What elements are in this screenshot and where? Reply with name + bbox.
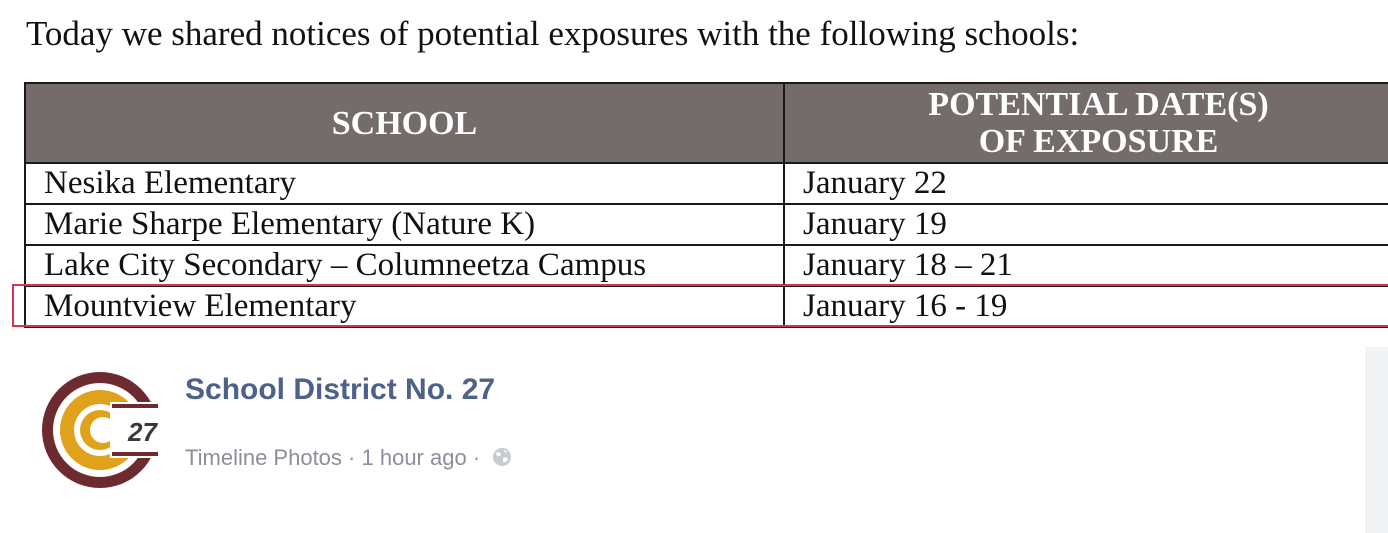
source-link[interactable]: Timeline Photos [185, 445, 342, 470]
table-row: Marie Sharpe Elementary (Nature K) Janua… [24, 203, 1388, 246]
table-row: Lake City Secondary – Columneetza Campus… [24, 244, 1388, 287]
date-cell: January 16 - 19 [783, 285, 1388, 328]
timestamp-link[interactable]: 1 hour ago [362, 445, 467, 470]
highlight-line-left [12, 284, 14, 327]
date-cell: January 18 – 21 [783, 244, 1388, 287]
globe-icon[interactable] [492, 447, 512, 467]
school-cell: Lake City Secondary – Columneetza Campus [24, 244, 785, 287]
header-school: SCHOOL [24, 82, 785, 164]
school-cell: Mountview Elementary [24, 285, 785, 328]
post-image[interactable]: Today we shared notices of potential exp… [0, 0, 1388, 340]
page-name-link[interactable]: School District No. 27 [185, 373, 495, 407]
logo-text: 27 [127, 417, 158, 447]
meta-separator: · [348, 445, 356, 470]
exposure-table: SCHOOL POTENTIAL DATE(S) OF EXPOSURE Nes… [24, 82, 1388, 328]
meta-separator: · [472, 445, 481, 470]
school-cell: Marie Sharpe Elementary (Nature K) [24, 203, 785, 246]
highlight-line-bottom [12, 325, 1388, 327]
post-meta-line: Timeline Photos · 1 hour ago · [185, 445, 512, 471]
table-row: Mountview Elementary January 16 - 19 [24, 285, 1388, 328]
post-meta-area [0, 340, 1388, 533]
date-cell: January 19 [783, 203, 1388, 246]
scrollbar[interactable] [1365, 347, 1388, 533]
intro-text: Today we shared notices of potential exp… [26, 14, 1080, 53]
date-cell: January 22 [783, 162, 1388, 205]
table-header-row: SCHOOL POTENTIAL DATE(S) OF EXPOSURE [24, 82, 1388, 164]
table-row: Nesika Elementary January 22 [24, 162, 1388, 205]
sd27-logo-icon[interactable]: 27 [40, 370, 160, 490]
school-cell: Nesika Elementary [24, 162, 785, 205]
highlight-line-top [12, 284, 1388, 286]
header-exposure-dates: POTENTIAL DATE(S) OF EXPOSURE [783, 82, 1388, 164]
